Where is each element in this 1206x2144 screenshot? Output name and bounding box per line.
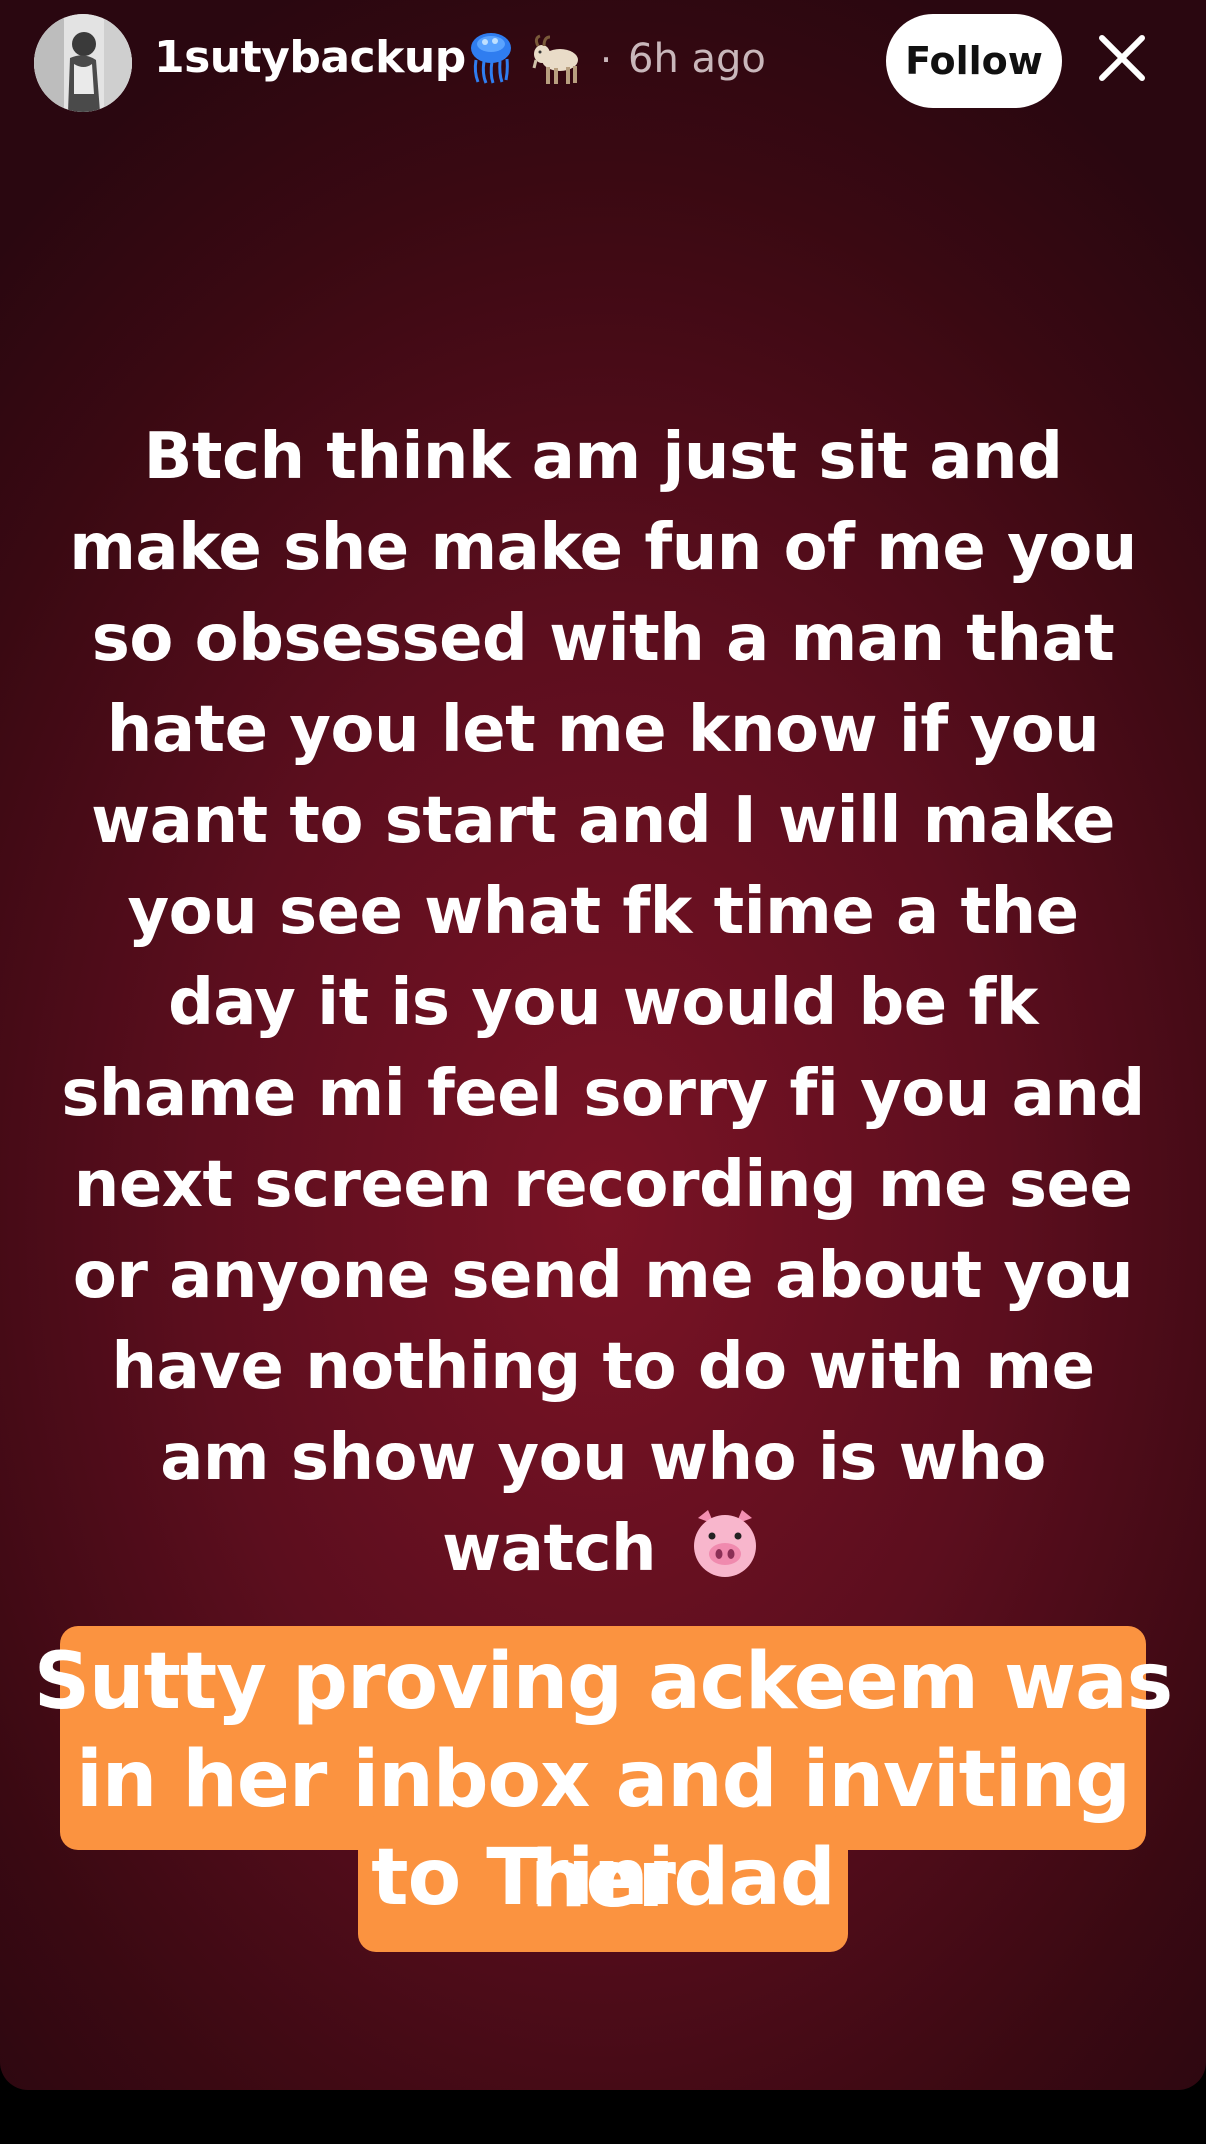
goat-icon (528, 34, 584, 88)
caption-line: in her inbox and inviting her (75, 1735, 1131, 1925)
caption-overlay: Sutty proving ackeem was in her inbox an… (0, 1626, 1206, 1956)
story-text-line: or anyone send me about you (72, 1239, 1134, 1313)
story-text-line: watch (442, 1512, 657, 1586)
story-text-line: want to start and I will make (91, 784, 1115, 858)
post-time: 6h ago (628, 36, 766, 82)
username[interactable]: 1sutybackup (154, 32, 466, 83)
story-viewer[interactable]: 1sutybackup · 6h ago Follow Btch think a… (0, 0, 1206, 2090)
jellyfish-icon (466, 30, 516, 84)
story-text-line: day it is you would be fk (168, 966, 1038, 1040)
avatar[interactable] (34, 14, 132, 112)
pig-face-icon (686, 1504, 764, 1582)
story-text: Btch think am just sit and make she make… (60, 412, 1146, 1595)
story-text-line: make she make fun of me you (69, 511, 1137, 585)
story-text-line: Btch think am just sit and (143, 420, 1063, 494)
story-text-line: hate you let me know if you (106, 693, 1100, 767)
story-text-line: next screen recording me see (73, 1148, 1133, 1222)
caption-line: to Trinidad (371, 1833, 835, 1923)
caption-line: Sutty proving ackeem was (33, 1637, 1173, 1727)
follow-button[interactable]: Follow (886, 14, 1062, 108)
time-separator: · (600, 38, 613, 82)
story-text-line: you see what fk time a the (127, 875, 1079, 949)
close-icon[interactable] (1094, 30, 1150, 86)
story-header: 1sutybackup · 6h ago Follow (0, 0, 1206, 130)
story-text-line: am show you who is who (160, 1421, 1046, 1495)
story-text-line: shame mi feel sorry fi you and (61, 1057, 1145, 1131)
story-text-line: have nothing to do with me (111, 1330, 1095, 1404)
story-text-line: so obsessed with a man that (91, 602, 1115, 676)
story-text-last-line: watch (60, 1504, 1146, 1595)
